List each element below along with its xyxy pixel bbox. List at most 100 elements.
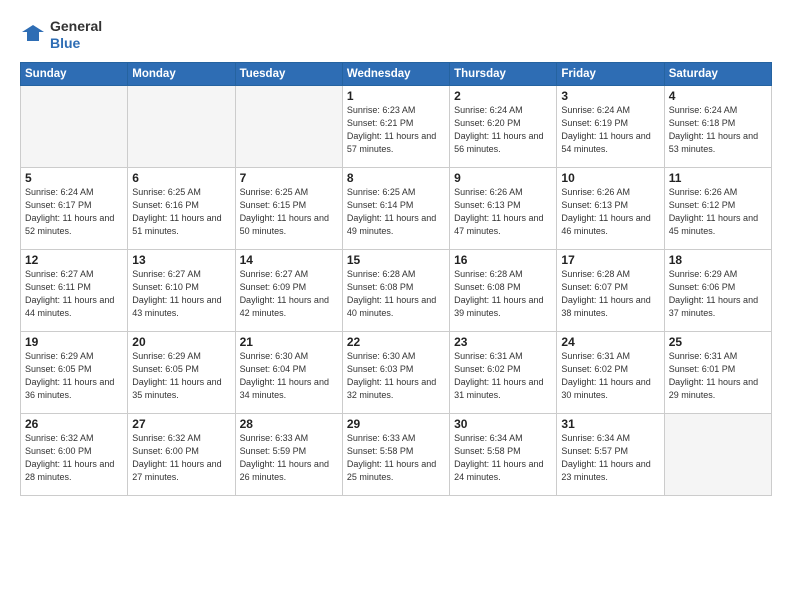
week-row-5: 26Sunrise: 6:32 AM Sunset: 6:00 PM Dayli…	[21, 413, 772, 495]
calendar-cell: 26Sunrise: 6:32 AM Sunset: 6:00 PM Dayli…	[21, 413, 128, 495]
day-number: 26	[25, 417, 123, 431]
col-header-saturday: Saturday	[664, 62, 771, 85]
day-info: Sunrise: 6:33 AM Sunset: 5:59 PM Dayligh…	[240, 432, 338, 484]
calendar-cell: 3Sunrise: 6:24 AM Sunset: 6:19 PM Daylig…	[557, 85, 664, 167]
calendar-cell: 19Sunrise: 6:29 AM Sunset: 6:05 PM Dayli…	[21, 331, 128, 413]
day-info: Sunrise: 6:34 AM Sunset: 5:57 PM Dayligh…	[561, 432, 659, 484]
day-info: Sunrise: 6:26 AM Sunset: 6:13 PM Dayligh…	[454, 186, 552, 238]
day-number: 7	[240, 171, 338, 185]
col-header-wednesday: Wednesday	[342, 62, 449, 85]
day-number: 21	[240, 335, 338, 349]
day-number: 13	[132, 253, 230, 267]
day-info: Sunrise: 6:26 AM Sunset: 6:12 PM Dayligh…	[669, 186, 767, 238]
day-number: 16	[454, 253, 552, 267]
day-number: 9	[454, 171, 552, 185]
calendar-cell: 23Sunrise: 6:31 AM Sunset: 6:02 PM Dayli…	[450, 331, 557, 413]
day-info: Sunrise: 6:27 AM Sunset: 6:09 PM Dayligh…	[240, 268, 338, 320]
day-info: Sunrise: 6:26 AM Sunset: 6:13 PM Dayligh…	[561, 186, 659, 238]
day-number: 18	[669, 253, 767, 267]
day-info: Sunrise: 6:30 AM Sunset: 6:04 PM Dayligh…	[240, 350, 338, 402]
calendar-cell: 17Sunrise: 6:28 AM Sunset: 6:07 PM Dayli…	[557, 249, 664, 331]
day-number: 27	[132, 417, 230, 431]
calendar-cell: 15Sunrise: 6:28 AM Sunset: 6:08 PM Dayli…	[342, 249, 449, 331]
calendar-cell: 12Sunrise: 6:27 AM Sunset: 6:11 PM Dayli…	[21, 249, 128, 331]
day-number: 29	[347, 417, 445, 431]
day-number: 23	[454, 335, 552, 349]
calendar-cell	[235, 85, 342, 167]
calendar: SundayMondayTuesdayWednesdayThursdayFrid…	[20, 62, 772, 496]
day-number: 5	[25, 171, 123, 185]
calendar-cell: 20Sunrise: 6:29 AM Sunset: 6:05 PM Dayli…	[128, 331, 235, 413]
calendar-cell: 22Sunrise: 6:30 AM Sunset: 6:03 PM Dayli…	[342, 331, 449, 413]
col-header-friday: Friday	[557, 62, 664, 85]
day-info: Sunrise: 6:28 AM Sunset: 6:08 PM Dayligh…	[454, 268, 552, 320]
day-info: Sunrise: 6:31 AM Sunset: 6:01 PM Dayligh…	[669, 350, 767, 402]
calendar-cell: 7Sunrise: 6:25 AM Sunset: 6:15 PM Daylig…	[235, 167, 342, 249]
calendar-cell	[128, 85, 235, 167]
day-info: Sunrise: 6:25 AM Sunset: 6:15 PM Dayligh…	[240, 186, 338, 238]
day-number: 24	[561, 335, 659, 349]
calendar-cell: 24Sunrise: 6:31 AM Sunset: 6:02 PM Dayli…	[557, 331, 664, 413]
day-number: 1	[347, 89, 445, 103]
calendar-cell	[21, 85, 128, 167]
calendar-cell: 13Sunrise: 6:27 AM Sunset: 6:10 PM Dayli…	[128, 249, 235, 331]
week-row-4: 19Sunrise: 6:29 AM Sunset: 6:05 PM Dayli…	[21, 331, 772, 413]
day-info: Sunrise: 6:29 AM Sunset: 6:05 PM Dayligh…	[132, 350, 230, 402]
calendar-cell: 9Sunrise: 6:26 AM Sunset: 6:13 PM Daylig…	[450, 167, 557, 249]
calendar-cell: 11Sunrise: 6:26 AM Sunset: 6:12 PM Dayli…	[664, 167, 771, 249]
day-number: 4	[669, 89, 767, 103]
day-number: 8	[347, 171, 445, 185]
calendar-cell: 5Sunrise: 6:24 AM Sunset: 6:17 PM Daylig…	[21, 167, 128, 249]
calendar-cell: 29Sunrise: 6:33 AM Sunset: 5:58 PM Dayli…	[342, 413, 449, 495]
day-info: Sunrise: 6:32 AM Sunset: 6:00 PM Dayligh…	[25, 432, 123, 484]
calendar-cell: 31Sunrise: 6:34 AM Sunset: 5:57 PM Dayli…	[557, 413, 664, 495]
page: GeneralBlue SundayMondayTuesdayWednesday…	[0, 0, 792, 612]
day-info: Sunrise: 6:32 AM Sunset: 6:00 PM Dayligh…	[132, 432, 230, 484]
day-info: Sunrise: 6:33 AM Sunset: 5:58 PM Dayligh…	[347, 432, 445, 484]
day-info: Sunrise: 6:24 AM Sunset: 6:18 PM Dayligh…	[669, 104, 767, 156]
day-info: Sunrise: 6:28 AM Sunset: 6:07 PM Dayligh…	[561, 268, 659, 320]
logo-general: General	[50, 18, 102, 35]
col-header-sunday: Sunday	[21, 62, 128, 85]
day-info: Sunrise: 6:24 AM Sunset: 6:17 PM Dayligh…	[25, 186, 123, 238]
day-number: 3	[561, 89, 659, 103]
calendar-cell: 18Sunrise: 6:29 AM Sunset: 6:06 PM Dayli…	[664, 249, 771, 331]
logo-text: GeneralBlue	[50, 18, 102, 52]
calendar-cell: 8Sunrise: 6:25 AM Sunset: 6:14 PM Daylig…	[342, 167, 449, 249]
day-info: Sunrise: 6:27 AM Sunset: 6:10 PM Dayligh…	[132, 268, 230, 320]
calendar-cell: 1Sunrise: 6:23 AM Sunset: 6:21 PM Daylig…	[342, 85, 449, 167]
col-header-monday: Monday	[128, 62, 235, 85]
calendar-cell: 6Sunrise: 6:25 AM Sunset: 6:16 PM Daylig…	[128, 167, 235, 249]
day-info: Sunrise: 6:31 AM Sunset: 6:02 PM Dayligh…	[561, 350, 659, 402]
col-header-tuesday: Tuesday	[235, 62, 342, 85]
calendar-cell: 27Sunrise: 6:32 AM Sunset: 6:00 PM Dayli…	[128, 413, 235, 495]
calendar-cell: 14Sunrise: 6:27 AM Sunset: 6:09 PM Dayli…	[235, 249, 342, 331]
calendar-cell: 2Sunrise: 6:24 AM Sunset: 6:20 PM Daylig…	[450, 85, 557, 167]
day-number: 22	[347, 335, 445, 349]
day-info: Sunrise: 6:24 AM Sunset: 6:20 PM Dayligh…	[454, 104, 552, 156]
header: GeneralBlue	[20, 18, 772, 52]
day-info: Sunrise: 6:27 AM Sunset: 6:11 PM Dayligh…	[25, 268, 123, 320]
calendar-cell: 10Sunrise: 6:26 AM Sunset: 6:13 PM Dayli…	[557, 167, 664, 249]
day-number: 10	[561, 171, 659, 185]
day-number: 30	[454, 417, 552, 431]
day-info: Sunrise: 6:25 AM Sunset: 6:16 PM Dayligh…	[132, 186, 230, 238]
day-number: 25	[669, 335, 767, 349]
day-info: Sunrise: 6:23 AM Sunset: 6:21 PM Dayligh…	[347, 104, 445, 156]
day-number: 17	[561, 253, 659, 267]
day-number: 12	[25, 253, 123, 267]
day-number: 28	[240, 417, 338, 431]
calendar-cell: 30Sunrise: 6:34 AM Sunset: 5:58 PM Dayli…	[450, 413, 557, 495]
day-info: Sunrise: 6:25 AM Sunset: 6:14 PM Dayligh…	[347, 186, 445, 238]
logo-arrow-icon	[20, 23, 46, 49]
day-number: 6	[132, 171, 230, 185]
day-info: Sunrise: 6:29 AM Sunset: 6:05 PM Dayligh…	[25, 350, 123, 402]
week-row-3: 12Sunrise: 6:27 AM Sunset: 6:11 PM Dayli…	[21, 249, 772, 331]
calendar-cell: 25Sunrise: 6:31 AM Sunset: 6:01 PM Dayli…	[664, 331, 771, 413]
calendar-cell: 28Sunrise: 6:33 AM Sunset: 5:59 PM Dayli…	[235, 413, 342, 495]
day-info: Sunrise: 6:30 AM Sunset: 6:03 PM Dayligh…	[347, 350, 445, 402]
week-row-1: 1Sunrise: 6:23 AM Sunset: 6:21 PM Daylig…	[21, 85, 772, 167]
calendar-cell	[664, 413, 771, 495]
logo-blue: Blue	[50, 35, 102, 52]
day-number: 31	[561, 417, 659, 431]
